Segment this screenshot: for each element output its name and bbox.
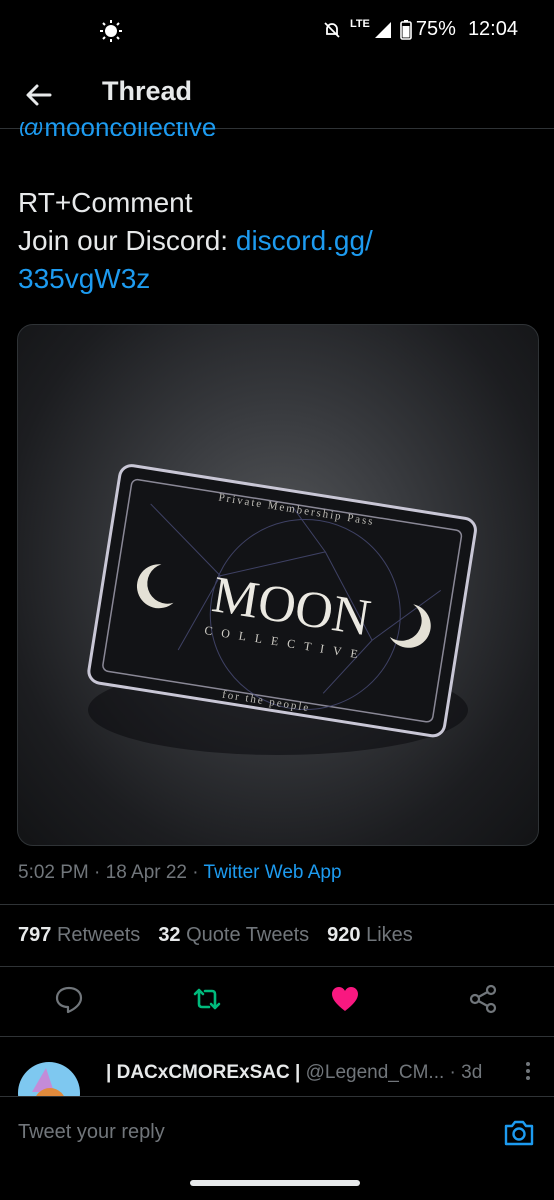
- retweet-icon[interactable]: [190, 982, 224, 1016]
- tweet-line-2: Join our Discord: discord.gg/: [18, 222, 538, 260]
- likes-stat[interactable]: 920 Likes: [327, 924, 413, 947]
- page-title: Thread: [102, 76, 193, 106]
- quotes-label: Quote Tweets: [186, 924, 310, 946]
- like-heart-icon[interactable]: [328, 982, 362, 1016]
- signal-icon: [374, 21, 391, 38]
- lte-indicator: LTE: [349, 17, 370, 30]
- more-options-icon[interactable]: [524, 1060, 532, 1082]
- tweet-source[interactable]: Twitter Web App: [204, 862, 342, 883]
- membership-card-illustration: MOON COLLECTIVE Private Membership Pass …: [87, 464, 477, 755]
- status-bar: LTE 75% 12:04: [0, 0, 554, 62]
- mention-link-cut[interactable]: @mooncollective: [18, 122, 216, 136]
- reply-display-name: | DACxCMORExSAC |: [106, 1062, 301, 1083]
- likes-count: 920: [327, 924, 361, 946]
- system-nav-bar: [0, 1168, 554, 1200]
- tweet-meta: 5:02 PM · 18 Apr 22 · Twitter Web App: [18, 862, 342, 883]
- battery-icon: [400, 19, 412, 40]
- divider: [0, 1036, 554, 1037]
- reply-icon[interactable]: [52, 982, 86, 1016]
- thread-header: Thread: [0, 62, 554, 129]
- tweet-time: 5:02 PM: [18, 862, 89, 883]
- camera-icon[interactable]: [502, 1117, 536, 1149]
- quotes-count: 32: [158, 924, 181, 946]
- tweet-date: 18 Apr 22: [105, 862, 187, 883]
- share-icon[interactable]: [466, 982, 500, 1016]
- reply-age: · 3d: [449, 1062, 483, 1083]
- reply-author: | DACxCMORExSAC | @Legend_CM... · 3d: [106, 1062, 482, 1084]
- tweet-line-2-prefix: Join our Discord:: [18, 225, 236, 256]
- reply-tweet[interactable]: | DACxCMORExSAC | @Legend_CM... · 3d: [0, 1040, 554, 1096]
- retweets-stat[interactable]: 797 Retweets: [18, 924, 140, 947]
- home-gesture-pill[interactable]: [190, 1180, 360, 1186]
- reply-compose-bar[interactable]: Tweet your reply: [0, 1096, 554, 1169]
- tweet-line-1: RT+Comment: [18, 187, 193, 218]
- retweets-count: 797: [18, 924, 52, 946]
- quotes-stat[interactable]: 32 Quote Tweets: [158, 924, 309, 947]
- likes-label: Likes: [366, 924, 413, 946]
- avatar[interactable]: [18, 1062, 80, 1096]
- tweet-actions: [0, 982, 554, 1022]
- clock: 12:04: [467, 18, 518, 40]
- reply-input[interactable]: Tweet your reply: [18, 1121, 165, 1144]
- tweet-image[interactable]: MOON COLLECTIVE Private Membership Pass …: [17, 324, 539, 846]
- battery-percent: 75%: [415, 18, 456, 40]
- tweet-stats: 797 Retweets 32 Quote Tweets 920 Likes: [18, 924, 413, 947]
- discord-link-cont[interactable]: 335vgW3z: [18, 260, 538, 298]
- divider: [0, 904, 554, 905]
- tweet-text: RT+Comment Join our Discord: discord.gg/…: [18, 184, 538, 298]
- back-arrow-icon[interactable]: [22, 78, 56, 112]
- reply-handle: @Legend_CM...: [305, 1062, 445, 1083]
- divider: [0, 966, 554, 967]
- brightness-icon: [100, 20, 122, 42]
- retweets-label: Retweets: [56, 924, 141, 946]
- discord-link[interactable]: discord.gg/: [236, 225, 373, 256]
- mute-icon: [324, 21, 340, 38]
